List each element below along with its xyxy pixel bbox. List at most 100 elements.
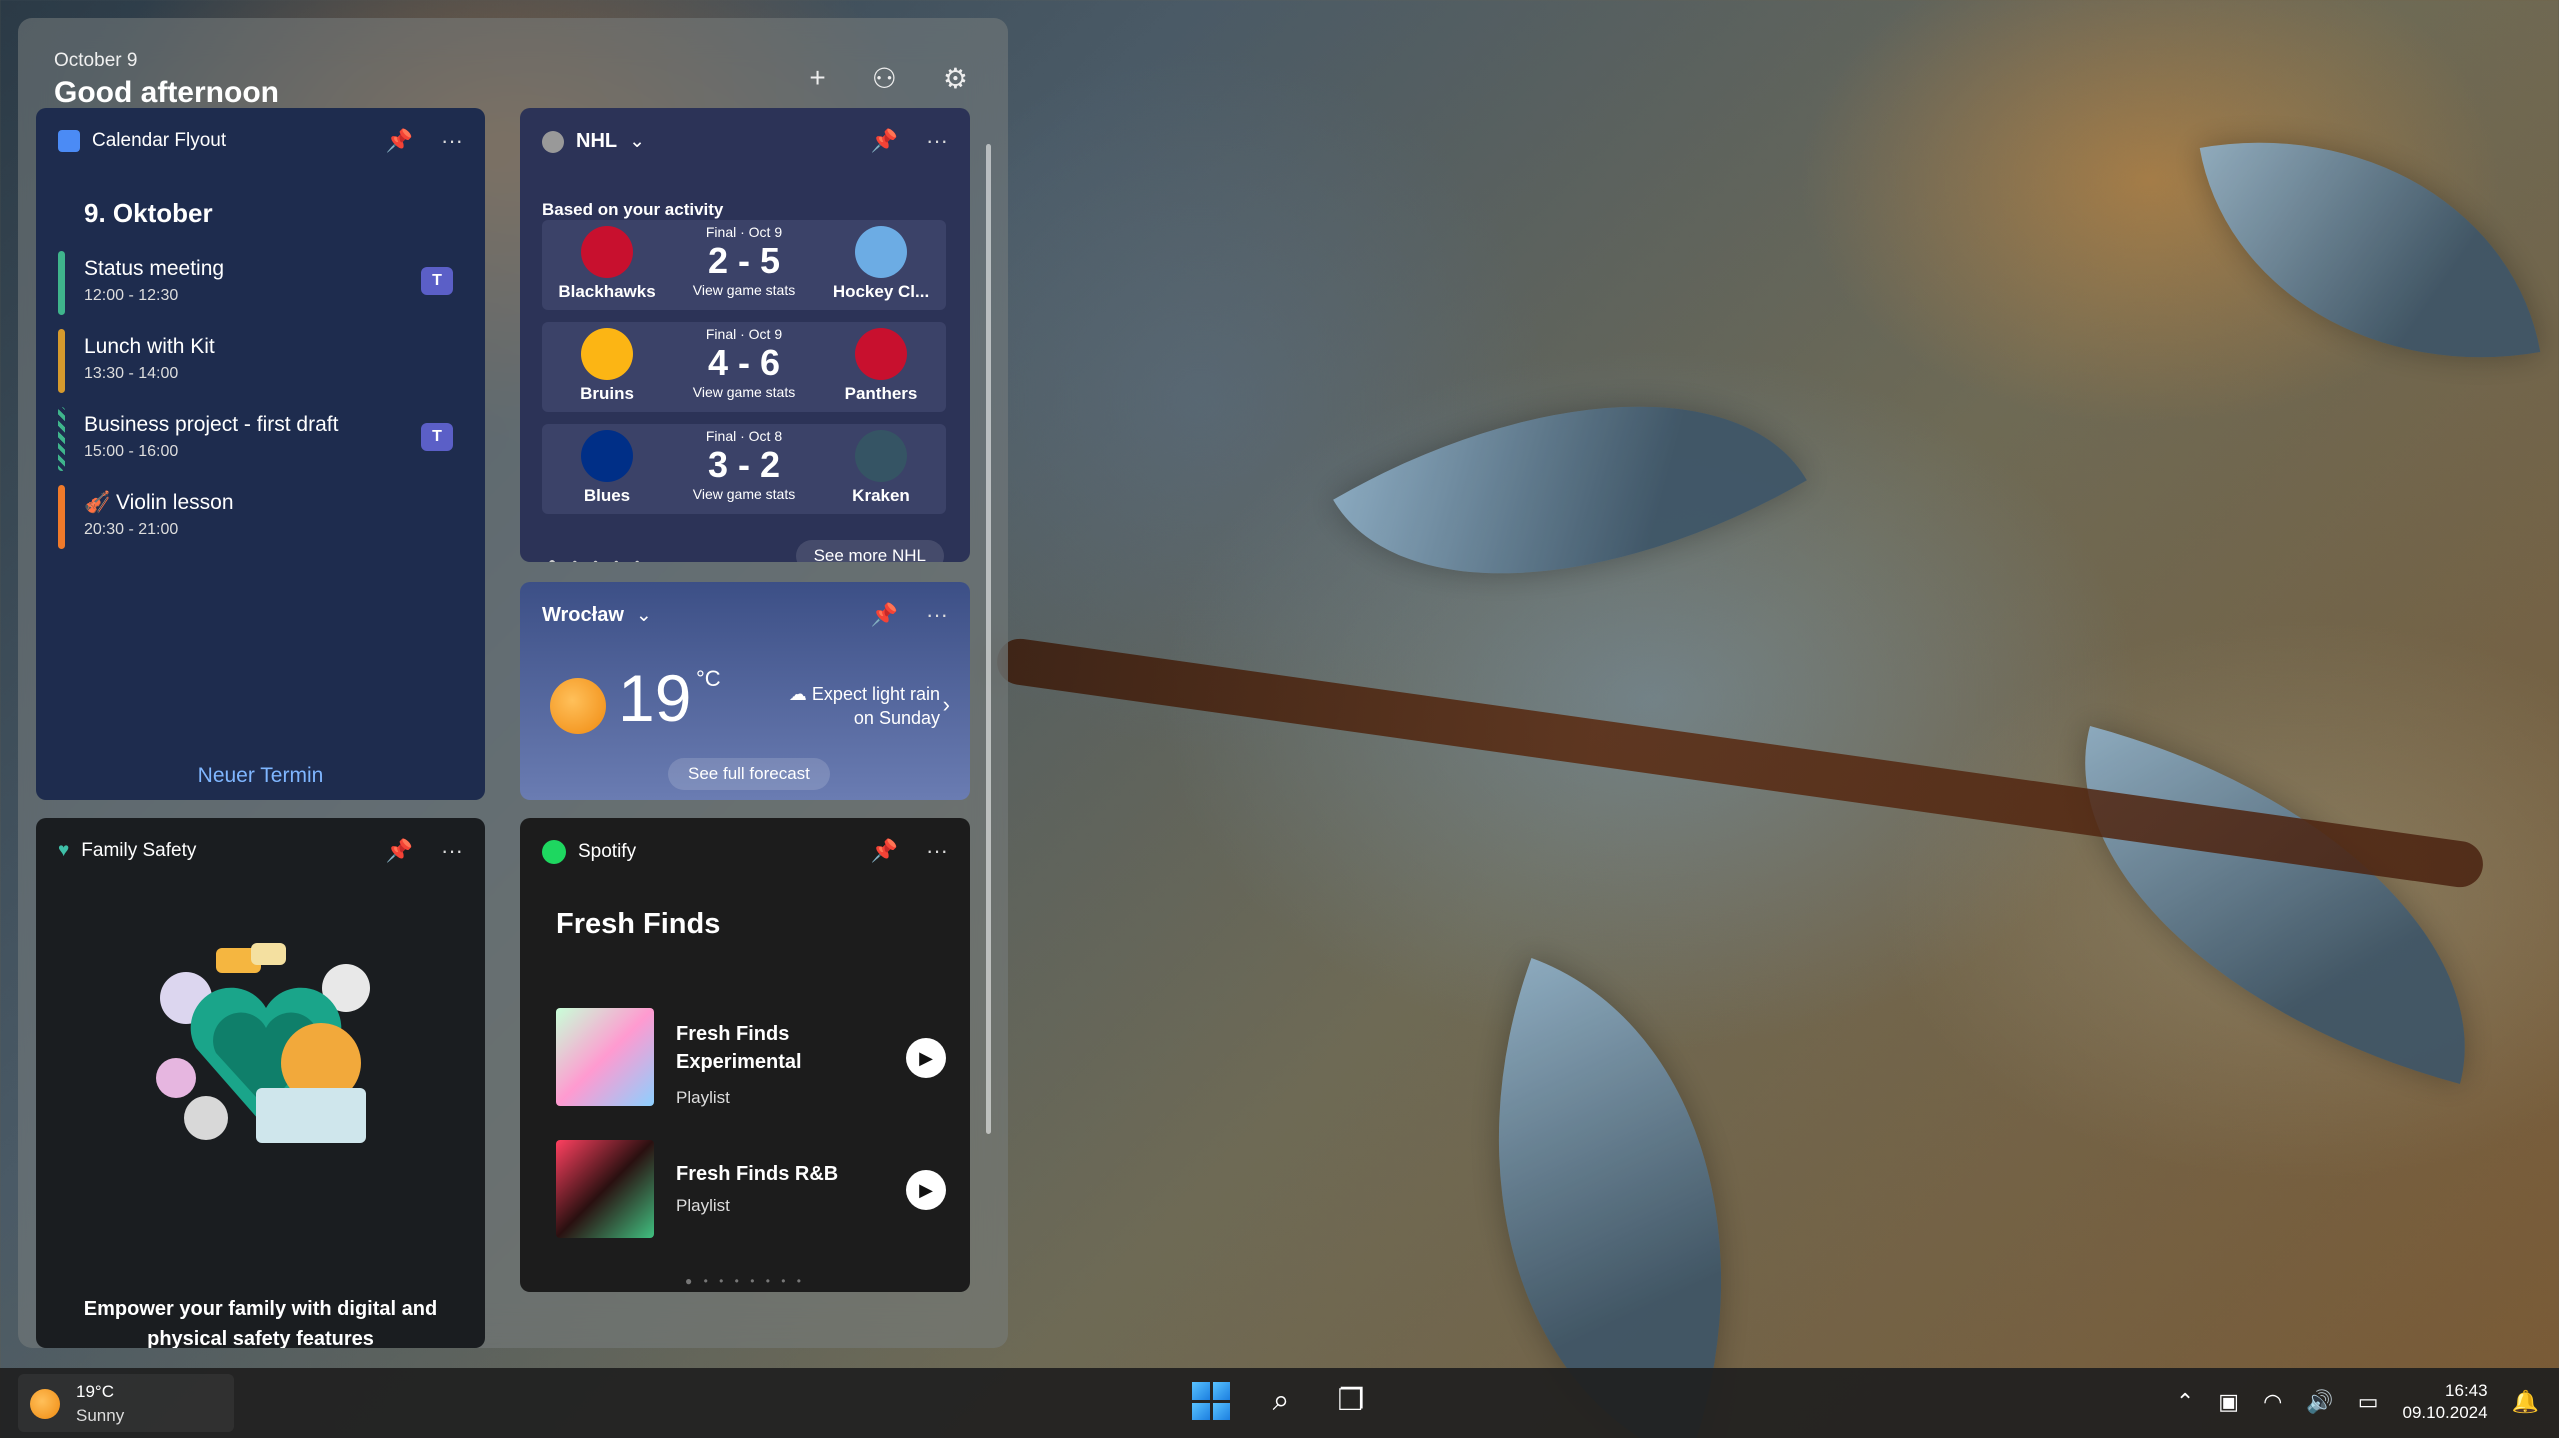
network-tray-icon[interactable]: ▣ <box>2218 1389 2239 1415</box>
panthers-logo <box>855 328 907 380</box>
new-event-link[interactable]: Neuer Termin <box>36 764 485 788</box>
more-icon[interactable]: ··· <box>441 128 463 154</box>
game-card[interactable]: Blues Final · Oct 8 3 - 2 View game stat… <box>542 424 946 514</box>
pin-icon[interactable]: 📌 <box>386 838 413 864</box>
search-icon[interactable]: ⌕ <box>1262 1382 1300 1420</box>
nhl-header[interactable]: NHL ⌄ <box>542 130 645 153</box>
volume-icon[interactable]: 🔊 <box>2306 1389 2333 1415</box>
greeting: Good afternoon <box>54 76 279 109</box>
playlist-kind: Playlist <box>676 1196 730 1215</box>
weather-note[interactable]: ☁ Expect light rain on Sunday <box>770 682 940 730</box>
event-name: Lunch with Kit <box>84 335 215 358</box>
calendar-tools: 📌 ··· <box>386 128 463 154</box>
weather-widget: Wrocław ⌄ 📌 ··· 19 °C ☁ Expect light rai… <box>520 582 970 800</box>
teams-icon[interactable]: T <box>421 423 453 451</box>
game-status: Final · Oct 9 <box>705 326 783 342</box>
calendar-event[interactable]: Business project - first draft 15:00 - 1… <box>58 407 463 471</box>
game-card[interactable]: Bruins Final · Oct 9 4 - 6 View game sta… <box>542 322 946 412</box>
playlist-item[interactable]: Fresh Finds Experimental Playlist ▶ <box>556 1008 946 1108</box>
see-full-forecast-button[interactable]: See full forecast <box>668 758 830 790</box>
taskbar-weather-temp: 19°C <box>76 1382 114 1401</box>
away-team: Panthers <box>816 328 946 410</box>
nhl-tools: 📌 ··· <box>871 128 948 154</box>
pager-dots[interactable]: ● • • • • <box>548 554 646 562</box>
wifi-icon[interactable]: ◠ <box>2263 1389 2282 1415</box>
event-name: Business project - first draft <box>84 413 339 436</box>
event-color-bar <box>58 485 65 549</box>
team-name: Blues <box>583 486 631 505</box>
family-description: Empower your family with digital and phy… <box>83 1298 438 1348</box>
team-name: Blackhawks <box>558 282 656 301</box>
board-date: October 9 <box>54 50 138 71</box>
event-time: 20:30 - 21:00 <box>84 521 179 538</box>
start-button[interactable] <box>1192 1382 1230 1420</box>
home-team: Bruins <box>542 328 672 410</box>
family-illustration <box>156 943 370 1143</box>
bruins-logo <box>581 328 633 380</box>
pager-dots[interactable]: ● • • • • • • • <box>520 1274 970 1288</box>
playlist-item[interactable]: Fresh Finds R&B Playlist ▶ <box>556 1140 946 1240</box>
family-app-name: Family Safety <box>81 840 197 861</box>
chevron-down-icon[interactable]: ⌄ <box>629 130 645 153</box>
score: 4 - 6 <box>707 342 781 383</box>
pin-icon[interactable]: 📌 <box>871 602 898 628</box>
pin-icon[interactable]: 📌 <box>871 128 898 154</box>
playlist-name: Fresh Finds R&B <box>676 1163 839 1185</box>
more-icon[interactable]: ··· <box>441 838 463 864</box>
game-stats-link[interactable]: View game stats <box>672 486 816 502</box>
clock[interactable]: 16:43 09.10.2024 <box>2403 1380 2488 1424</box>
battery-icon[interactable]: ▭ <box>2358 1389 2379 1415</box>
settings-icon[interactable]: ⚙ <box>943 62 968 95</box>
team-name: Bruins <box>580 384 634 403</box>
game-stats-link[interactable]: View game stats <box>672 384 816 400</box>
task-view-icon[interactable]: ❐ <box>1332 1382 1370 1420</box>
wallpaper-leaf <box>1387 957 1833 1438</box>
chevron-right-icon[interactable]: › <box>943 692 950 718</box>
people-icon[interactable]: ⚇ <box>872 62 897 95</box>
calendar-app-name: Calendar Flyout <box>92 130 227 151</box>
blues-logo <box>581 430 633 482</box>
calendar-event[interactable]: Lunch with Kit 13:30 - 14:00 <box>58 329 463 393</box>
scrollbar[interactable] <box>986 144 991 1134</box>
weather-header[interactable]: Wrocław ⌄ <box>542 604 652 627</box>
more-icon[interactable]: ··· <box>926 128 948 154</box>
chevron-up-icon[interactable]: ⌃ <box>2176 1389 2194 1415</box>
play-button[interactable]: ▶ <box>906 1038 946 1078</box>
calendar-event[interactable]: Status meeting 12:00 - 12:30 T <box>58 251 463 315</box>
kraken-logo <box>855 430 907 482</box>
nhl-icon <box>542 130 564 153</box>
playlist-name: Fresh Finds Experimental <box>676 1023 802 1073</box>
home-team: Blues <box>542 430 672 512</box>
playlist-cover <box>556 1140 654 1238</box>
spotify-header: Spotify <box>542 840 636 864</box>
add-widget-icon[interactable]: + <box>809 62 825 95</box>
pin-icon[interactable]: 📌 <box>386 128 413 154</box>
family-safety-widget: ♥ Family Safety 📌 ··· Empower your famil… <box>36 818 485 1348</box>
game-stats-link[interactable]: View game stats <box>672 282 816 298</box>
nhl-widget: NHL ⌄ 📌 ··· Based on your activity Black… <box>520 108 970 562</box>
calendar-event[interactable]: 🎻 Violin lesson 20:30 - 21:00 <box>58 485 463 549</box>
game-score: Final · Oct 8 3 - 2 View game stats <box>672 428 816 502</box>
taskbar-weather[interactable]: 19°C Sunny <box>18 1374 234 1432</box>
more-icon[interactable]: ··· <box>926 602 948 628</box>
away-team: Kraken <box>816 430 946 512</box>
family-safety-icon: ♥ <box>58 840 70 861</box>
system-tray: ⌃ ▣ ◠ 🔊 ▭ 16:43 09.10.2024 🔔 <box>2176 1380 2539 1424</box>
family-tools: 📌 ··· <box>386 838 463 864</box>
pin-icon[interactable]: 📌 <box>871 838 898 864</box>
taskbar-apps: ⌕ ❐ <box>1192 1382 1370 1420</box>
teams-icon[interactable]: T <box>421 267 453 295</box>
wallpaper-leaf <box>2199 95 2541 405</box>
weather-unit: °C <box>696 666 721 691</box>
score: 2 - 5 <box>707 240 781 281</box>
away-team: Hockey Cl... <box>816 226 946 308</box>
see-more-nhl-button[interactable]: See more NHL <box>795 540 944 562</box>
more-icon[interactable]: ··· <box>926 838 948 864</box>
notification-bell-icon[interactable]: 🔔 <box>2512 1389 2539 1415</box>
chevron-down-icon[interactable]: ⌄ <box>636 604 652 627</box>
play-button[interactable]: ▶ <box>906 1170 946 1210</box>
sun-icon <box>550 678 606 734</box>
event-name: 🎻 Violin lesson <box>84 491 234 514</box>
game-card[interactable]: Blackhawks Final · Oct 9 2 - 5 View game… <box>542 220 946 310</box>
calendar-header: Calendar Flyout <box>58 130 226 152</box>
